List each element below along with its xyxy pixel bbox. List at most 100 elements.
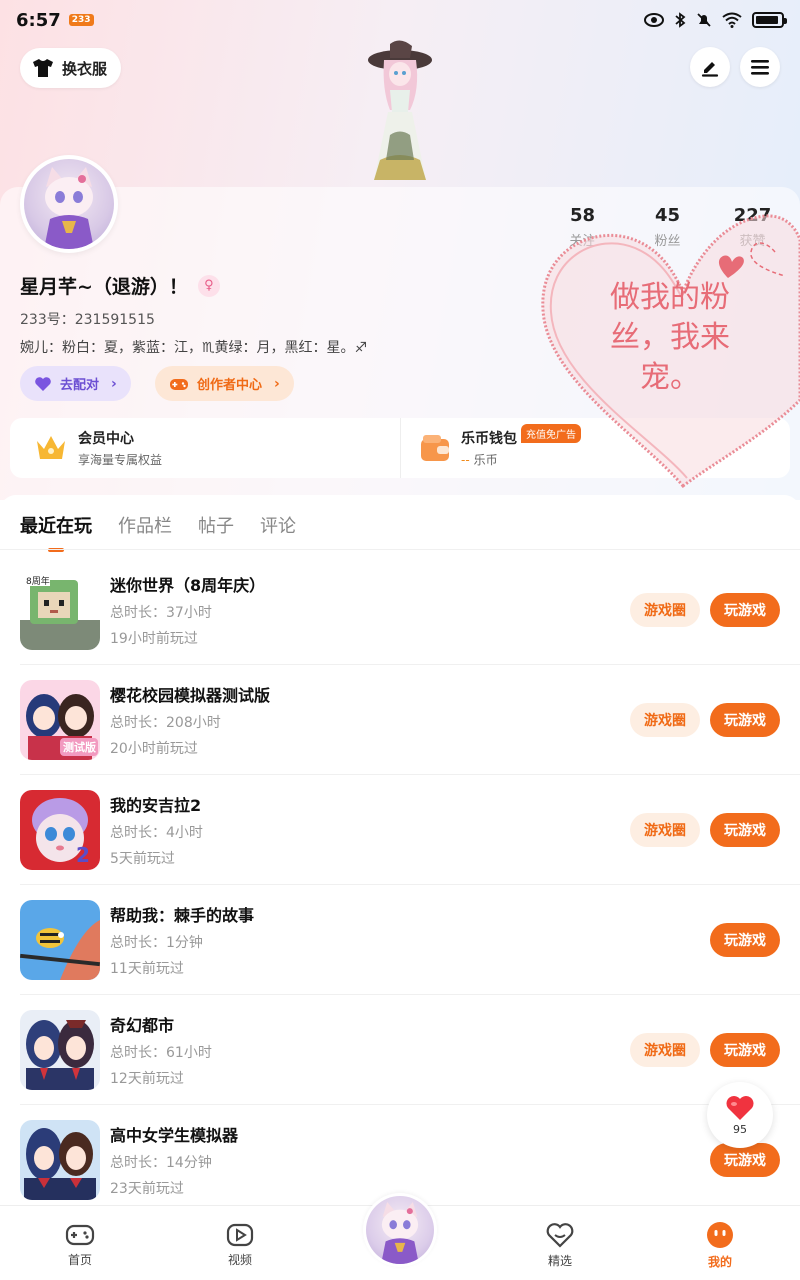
game-duration: 总时长：1分钟	[110, 935, 203, 951]
floating-heart-button[interactable]: 95	[707, 1082, 773, 1148]
purple-heart-icon	[35, 376, 51, 391]
likes-label: 获赞	[739, 234, 766, 249]
cat-avatar-small-image	[381, 1202, 419, 1264]
game-icon	[20, 900, 100, 980]
game-circle-button[interactable]: 游戏圈	[630, 1033, 700, 1067]
wallet-icon	[421, 435, 449, 461]
chevron-right-icon: ›	[274, 375, 280, 392]
game-icon: 2	[20, 790, 100, 870]
hamburger-menu-icon	[751, 60, 769, 75]
wallet-balance: -- 乐币	[461, 453, 498, 467]
game-last-played: 5天前玩过	[110, 851, 175, 867]
list-item[interactable]: 帮助我：棘手的故事 总时长：1分钟 11天前玩过 玩游戏	[20, 885, 800, 995]
nav-me-label: 我的	[707, 1254, 732, 1269]
nav-home[interactable]: 首页	[0, 1206, 160, 1280]
game-circle-button[interactable]: 游戏圈	[630, 813, 700, 847]
video-play-icon	[226, 1223, 254, 1246]
vip-title: 会员中心	[78, 431, 134, 447]
username-text: 星月芊~（退游）！	[20, 276, 188, 298]
play-game-button[interactable]: 玩游戏	[710, 1033, 780, 1067]
status-icons	[644, 12, 787, 28]
change-outfit-button[interactable]: 换衣服	[20, 48, 122, 88]
creator-center-button[interactable]: 创作者中心 ›	[155, 366, 294, 401]
game-icon	[20, 1120, 100, 1200]
list-item[interactable]: 8周年 迷你世界（8周年庆） 总时长：37小时 19小时前玩过 游戏圈 玩游戏	[20, 555, 800, 665]
heart-outline-icon	[546, 1222, 574, 1248]
game-circle-button[interactable]: 游戏圈	[630, 703, 700, 737]
heart-count: 95	[733, 1122, 747, 1136]
crown-icon	[37, 436, 65, 459]
game-circle-button[interactable]: 游戏圈	[630, 593, 700, 627]
creator-center-label: 创作者中心	[197, 378, 263, 393]
followers-count: 45	[654, 205, 681, 226]
edit-profile-button[interactable]	[690, 47, 730, 87]
nav-video-label: 视频	[227, 1252, 252, 1267]
vip-center[interactable]: 会员中心 享海量专属权益	[10, 418, 400, 478]
tabs-divider	[0, 549, 800, 550]
gamepad-icon	[170, 378, 188, 390]
game-last-played: 11天前玩过	[110, 961, 184, 977]
tab-recently-played[interactable]: 最近在玩	[20, 512, 92, 552]
gamepad-outline-icon	[65, 1224, 95, 1245]
followers-stat[interactable]: 45 粉丝	[625, 205, 710, 249]
following-stat[interactable]: 58 关注	[540, 205, 625, 249]
heart-overlay-text: 做我的粉丝，我来宠。	[610, 280, 730, 395]
likes-stat[interactable]: 227 获赞	[710, 205, 795, 249]
member-wallet-card: 会员中心 享海量专属权益 乐币钱包 -- 乐币 充值免广告	[10, 418, 790, 478]
list-item[interactable]: 测试版 樱花校园模拟器测试版 总时长：208小时 20小时前玩过 游戏圈 玩游戏	[20, 665, 800, 775]
tab-works[interactable]: 作品栏	[118, 512, 172, 552]
chevron-right-icon: ›	[111, 375, 117, 392]
username: 星月芊~（退游）！ ♀	[20, 272, 220, 299]
profile-tabs: 最近在玩 作品栏 帖子 评论	[20, 512, 296, 552]
app-notification-badge: 233	[68, 14, 94, 26]
play-game-button[interactable]: 玩游戏	[710, 703, 780, 737]
character-avatar-figure[interactable]	[360, 40, 440, 190]
user-id: 233号：231591515	[20, 312, 155, 328]
game-last-played: 23天前玩过	[110, 1181, 184, 1197]
game-title: 帮助我：棘手的故事	[110, 906, 255, 925]
red-heart-icon	[726, 1095, 754, 1120]
wallet-title: 乐币钱包	[461, 431, 517, 447]
female-gender-icon: ♀	[197, 274, 220, 297]
play-game-button[interactable]: 玩游戏	[710, 923, 780, 957]
nav-center-avatar[interactable]	[363, 1193, 437, 1267]
game-icon-label: 测试版	[63, 740, 96, 754]
play-game-button[interactable]: 玩游戏	[710, 1143, 780, 1177]
wifi-icon	[722, 12, 742, 28]
nav-home-label: 首页	[67, 1252, 92, 1267]
eye-icon	[644, 13, 664, 27]
match-button[interactable]: 去配对 ›	[20, 366, 131, 401]
nav-me[interactable]: 我的	[640, 1206, 800, 1280]
status-bar: 6:57 233	[0, 0, 800, 40]
profile-stats: 58 关注 45 粉丝 227 获赞	[540, 205, 795, 249]
likes-count: 227	[733, 205, 772, 226]
wallet[interactable]: 乐币钱包 -- 乐币 充值免广告	[400, 418, 790, 478]
pencil-icon	[701, 62, 719, 77]
bluetooth-icon	[675, 12, 686, 28]
svg-text:8周年: 8周年	[26, 575, 50, 587]
game-icon: 8周年	[20, 570, 100, 650]
play-game-button[interactable]: 玩游戏	[710, 813, 780, 847]
user-avatar[interactable]	[20, 155, 118, 253]
list-item[interactable]: 2 我的安吉拉2 总时长：4小时 5天前玩过 游戏圈 玩游戏	[20, 775, 800, 885]
change-outfit-label: 换衣服	[62, 59, 108, 78]
nav-video[interactable]: 视频	[160, 1206, 320, 1280]
game-icon-label: 2	[76, 843, 90, 867]
game-duration: 总时长：14分钟	[110, 1155, 212, 1171]
smiley-face-icon	[707, 1221, 733, 1248]
match-label: 去配对	[60, 378, 100, 393]
tab-posts[interactable]: 帖子	[198, 512, 234, 552]
game-last-played: 19小时前玩过	[110, 631, 198, 647]
game-icon	[20, 1010, 100, 1090]
nav-featured-label: 精选	[547, 1253, 572, 1268]
nav-featured[interactable]: 精选	[480, 1206, 640, 1280]
menu-button[interactable]	[740, 47, 780, 87]
list-item[interactable]: 奇幻都市 总时长：61小时 12天前玩过 游戏圈 玩游戏	[20, 995, 800, 1105]
game-last-played: 12天前玩过	[110, 1071, 184, 1087]
tshirt-icon	[33, 59, 53, 77]
user-bio: 婉儿：粉白：夏，紫蓝：江，♏黄绿：月，黑红：星。♐	[20, 340, 368, 356]
battery-icon	[752, 12, 787, 28]
play-game-button[interactable]: 玩游戏	[710, 593, 780, 627]
tab-comments[interactable]: 评论	[260, 512, 296, 552]
recharge-no-ads-badge: 充值免广告	[521, 424, 581, 443]
